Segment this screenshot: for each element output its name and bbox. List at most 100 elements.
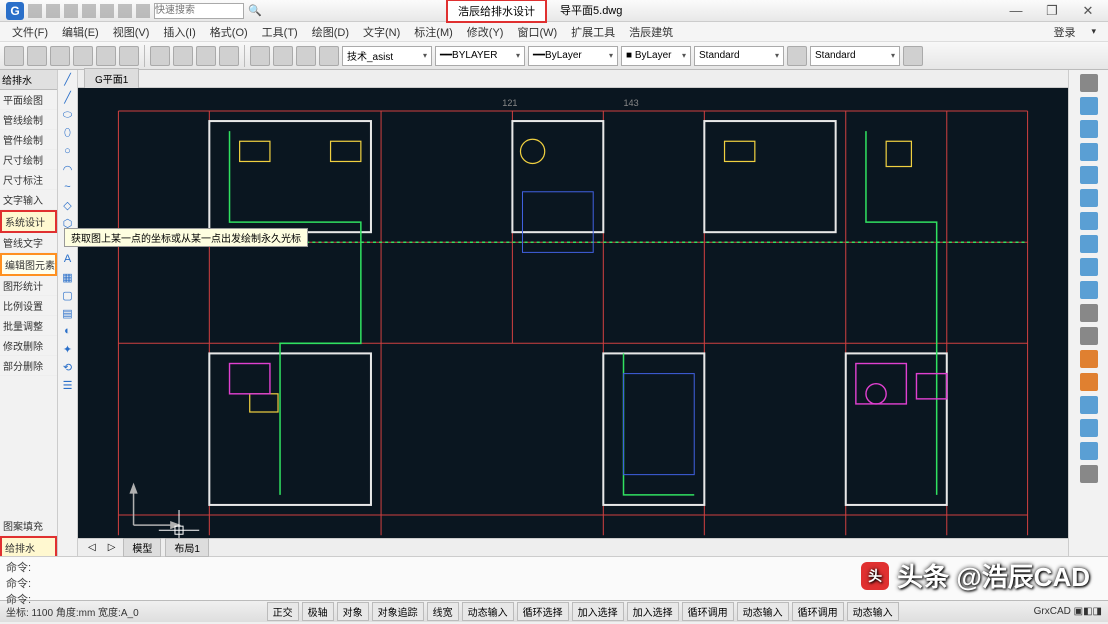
insert-tool-icon[interactable]: ✦ xyxy=(61,342,75,356)
menu-ext[interactable]: 扩展工具 xyxy=(565,22,621,42)
fillet-tool-icon[interactable] xyxy=(1080,419,1098,437)
mode-toggle[interactable]: 极轴 xyxy=(302,602,334,621)
tool-a-button[interactable] xyxy=(787,46,807,66)
mode-toggle[interactable]: 加入选择 xyxy=(627,602,679,621)
doc-tab-other[interactable]: 导平面5.dwg xyxy=(549,0,633,23)
new-icon[interactable] xyxy=(28,4,42,18)
redo-button[interactable] xyxy=(173,46,193,66)
mirror-tool-icon[interactable] xyxy=(1080,143,1098,161)
panel-item[interactable]: 部分删除 xyxy=(0,356,57,376)
modify-tool-icon[interactable] xyxy=(1080,74,1098,92)
panel-item[interactable]: 图案填充 xyxy=(0,516,57,536)
table-tool-icon[interactable]: ▤ xyxy=(61,306,75,320)
menu-format[interactable]: 格式(O) xyxy=(204,22,254,42)
mode-toggle[interactable]: 正交 xyxy=(267,602,299,621)
panel-item[interactable]: 修改删除 xyxy=(0,336,57,356)
menu-modify[interactable]: 修改(Y) xyxy=(461,22,510,42)
ellipse-tool-icon[interactable]: ⬭ xyxy=(61,108,75,122)
login-link[interactable]: 登录 xyxy=(1047,22,1081,42)
redo-icon[interactable] xyxy=(136,4,150,18)
panel-item[interactable]: 尺寸绘制 xyxy=(0,150,57,170)
more-tool-icon[interactable]: ☰ xyxy=(61,378,75,392)
qat-search-input[interactable] xyxy=(154,3,244,19)
offset-tool-icon[interactable] xyxy=(1080,166,1098,184)
polyline-tool-icon[interactable]: ╱ xyxy=(61,90,75,104)
mode-toggle[interactable]: 动态输入 xyxy=(847,602,899,621)
array-tool-icon[interactable] xyxy=(1080,189,1098,207)
chamfer-tool-icon[interactable] xyxy=(1080,396,1098,414)
minimize-button[interactable]: — xyxy=(1002,3,1030,19)
drawing-canvas[interactable]: 121 143 xyxy=(78,88,1068,538)
menu-file[interactable]: 文件(F) xyxy=(6,22,54,42)
more-modify-icon[interactable] xyxy=(1080,465,1098,483)
color-select[interactable]: ■ ByLayer xyxy=(621,46,691,66)
arc-tool-icon[interactable]: ⬯ xyxy=(61,126,75,140)
panel-item-selected[interactable]: 系统设计 xyxy=(0,210,57,233)
menu-view[interactable]: 视图(V) xyxy=(107,22,156,42)
paste-button[interactable] xyxy=(119,46,139,66)
layout-next-icon[interactable]: ▷ xyxy=(104,541,120,554)
join-tool-icon[interactable] xyxy=(1080,373,1098,391)
saveas-icon[interactable] xyxy=(82,4,96,18)
mode-toggle[interactable]: 循环调用 xyxy=(682,602,734,621)
menu-window[interactable]: 窗口(W) xyxy=(511,22,563,42)
panel-item[interactable]: 批量调整 xyxy=(0,316,57,336)
save-icon[interactable] xyxy=(64,4,78,18)
panel-item[interactable]: 比例设置 xyxy=(0,296,57,316)
text-tool-icon[interactable]: A xyxy=(61,252,75,266)
layout1-tab[interactable]: 布局1 xyxy=(165,538,209,557)
menu-dim[interactable]: 标注(M) xyxy=(408,22,459,42)
menu-insert[interactable]: 插入(I) xyxy=(157,22,201,42)
scale-tool-icon[interactable] xyxy=(1080,258,1098,276)
search-icon[interactable]: 🔍 xyxy=(248,4,262,17)
undo-button[interactable] xyxy=(150,46,170,66)
copy-button[interactable] xyxy=(96,46,116,66)
panel-item[interactable]: 管线绘制 xyxy=(0,110,57,130)
line-tool-icon[interactable]: ╱ xyxy=(61,72,75,86)
save-button[interactable] xyxy=(50,46,70,66)
mode-toggle[interactable]: 加入选择 xyxy=(572,602,624,621)
hatch-tool-icon[interactable]: ▦ xyxy=(61,270,75,284)
layer-freeze-button[interactable] xyxy=(296,46,316,66)
panel-item[interactable]: 文字输入 xyxy=(0,190,57,210)
rotate-tool-icon[interactable] xyxy=(1080,235,1098,253)
mode-toggle[interactable]: 动态输入 xyxy=(462,602,514,621)
layer-manage-button[interactable] xyxy=(250,46,270,66)
model-tab[interactable]: 模型 xyxy=(123,538,161,557)
panel-item-active-tool[interactable]: 编辑图元素 xyxy=(0,253,57,276)
tool-b-button[interactable] xyxy=(903,46,923,66)
mode-toggle[interactable]: 循环选择 xyxy=(517,602,569,621)
block-tool-icon[interactable]: ◐ xyxy=(61,324,75,338)
mode-toggle[interactable]: 动态输入 xyxy=(737,602,789,621)
explode-tool-icon[interactable] xyxy=(1080,442,1098,460)
stretch-tool-icon[interactable] xyxy=(1080,281,1098,299)
undo-icon[interactable] xyxy=(118,4,132,18)
trim-tool-icon[interactable] xyxy=(1080,304,1098,322)
layer-select[interactable]: 技术_asist xyxy=(342,46,432,66)
open-button[interactable] xyxy=(27,46,47,66)
chevron-down-icon[interactable]: ▾ xyxy=(1085,24,1102,39)
mode-toggle[interactable]: 线宽 xyxy=(427,602,459,621)
panel-tab-plumbing[interactable]: 给排水 xyxy=(0,536,57,556)
menu-draw[interactable]: 绘图(D) xyxy=(306,22,355,42)
cut-button[interactable] xyxy=(73,46,93,66)
pan-button[interactable] xyxy=(196,46,216,66)
arc2-tool-icon[interactable]: ◠ xyxy=(61,162,75,176)
layer-off-button[interactable] xyxy=(273,46,293,66)
close-button[interactable]: ✕ xyxy=(1074,3,1102,19)
panel-item[interactable]: 管线文字 xyxy=(0,233,57,253)
layer-lock-button[interactable] xyxy=(319,46,339,66)
layout-prev-icon[interactable]: ◁ xyxy=(84,541,100,554)
doc-tab-active[interactable]: 浩辰给排水设计 xyxy=(446,0,547,23)
mode-toggle[interactable]: 对象追踪 xyxy=(372,602,424,621)
lineweight-select[interactable]: ━━ByLayer xyxy=(528,46,618,66)
menu-edit[interactable]: 编辑(E) xyxy=(56,22,105,42)
print-icon[interactable] xyxy=(100,4,114,18)
erase-tool-icon[interactable] xyxy=(1080,97,1098,115)
panel-item[interactable]: 图形统计 xyxy=(0,276,57,296)
mode-toggle[interactable]: 对象 xyxy=(337,602,369,621)
new-button[interactable] xyxy=(4,46,24,66)
dimstyle-select[interactable]: Standard xyxy=(694,46,784,66)
panel-item[interactable]: 管件绘制 xyxy=(0,130,57,150)
rect-tool-icon[interactable]: ◇ xyxy=(61,198,75,212)
